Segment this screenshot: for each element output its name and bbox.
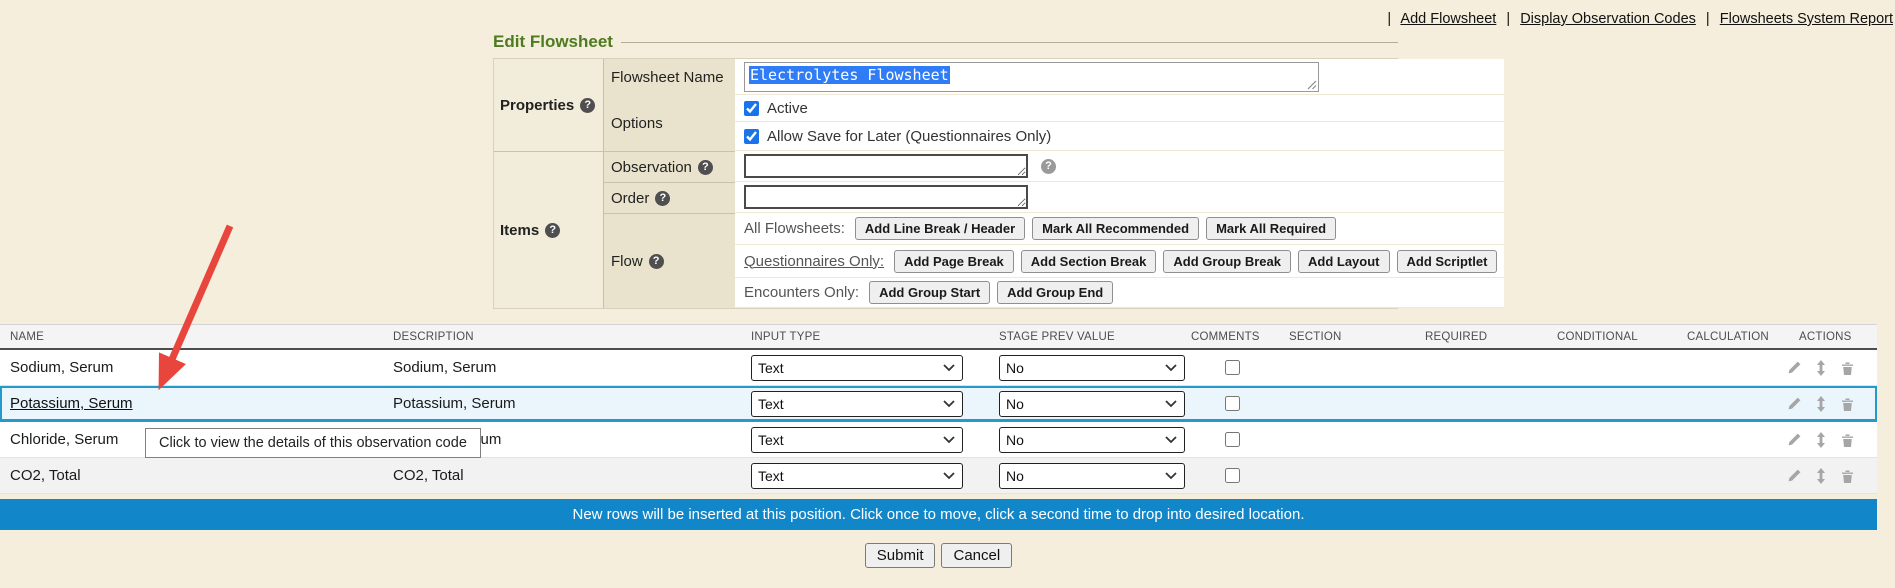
properties-section-label: Properties ? [494,59,604,151]
insert-position-bar[interactable]: New rows will be inserted at this positi… [0,499,1877,530]
add-line-break-header-button[interactable]: Add Line Break / Header [855,217,1025,240]
col-header-stage-prev-value: STAGE PREV VALUE [991,331,1183,343]
questionnaires-only-label: Questionnaires Only: [744,253,884,270]
mark-all-recommended-button[interactable]: Mark All Recommended [1032,217,1199,240]
add-page-break-button[interactable]: Add Page Break [894,250,1014,273]
move-row-icon[interactable] [1815,360,1827,376]
active-checkbox-label: Active [767,100,808,117]
delete-icon[interactable] [1840,396,1855,412]
help-icon[interactable]: ? [649,254,664,269]
table-row: Sodium, Serum Sodium, Serum Text No [0,350,1877,386]
flow-label: Flow ? [604,213,735,308]
add-scriptlet-button[interactable]: Add Scriptlet [1397,250,1498,273]
comments-checkbox[interactable] [1225,432,1240,447]
input-type-select[interactable]: Text [751,391,963,417]
stage-prev-value-select[interactable]: No [999,391,1185,417]
delete-icon[interactable] [1840,432,1855,448]
add-group-break-button[interactable]: Add Group Break [1163,250,1291,273]
nav-separator: | [1706,11,1710,27]
encounters-only-label: Encounters Only: [744,284,859,301]
col-header-name: NAME [0,331,385,343]
link-flowsheets-system-report[interactable]: Flowsheets System Report [1720,11,1893,27]
col-header-section: SECTION [1281,331,1417,343]
input-type-select[interactable]: Text [751,427,963,453]
nav-separator: | [1387,11,1391,27]
link-add-flowsheet[interactable]: Add Flowsheet [1400,11,1496,27]
edit-icon[interactable] [1786,396,1802,412]
table-row-selected: Potassium, Serum Potassium, Serum Text N… [0,386,1877,422]
col-header-description: DESCRIPTION [385,331,743,343]
allow-save-checkbox[interactable] [744,129,759,144]
flowsheet-name-input[interactable]: Electrolytes Flowsheet [744,62,1319,92]
help-icon[interactable]: ? [580,98,595,113]
edit-icon[interactable] [1786,432,1802,448]
col-header-required: REQUIRED [1417,331,1549,343]
observation-label: Observation ? [604,151,735,182]
move-row-icon[interactable] [1815,432,1827,448]
stage-prev-value-select[interactable]: No [999,463,1185,489]
submit-button[interactable]: Submit [865,543,936,568]
comments-checkbox[interactable] [1225,360,1240,375]
col-header-actions: ACTIONS [1791,331,1877,343]
row-description: Potassium, Serum [393,395,516,412]
col-header-conditional: CONDITIONAL [1549,331,1679,343]
row-name: CO2, Total [10,467,81,484]
input-type-select[interactable]: Text [751,355,963,381]
row-description: CO2, Total [393,467,464,484]
nav-separator: | [1506,11,1510,27]
observation-code-tooltip: Click to view the details of this observ… [145,428,481,458]
top-nav: | Add Flowsheet | Display Observation Co… [1381,11,1893,27]
add-group-start-button[interactable]: Add Group Start [869,281,990,304]
move-row-icon[interactable] [1815,468,1827,484]
help-icon[interactable]: ? [1041,159,1056,174]
options-label: Options [604,95,735,151]
row-name-link[interactable]: Potassium, Serum [10,395,133,412]
help-icon[interactable]: ? [698,160,713,175]
table-header-row: NAME DESCRIPTION INPUT TYPE STAGE PREV V… [0,324,1877,350]
row-name: Sodium, Serum [10,359,113,376]
form-title: Edit Flowsheet [493,32,621,52]
row-description: Sodium, Serum [393,359,496,376]
help-icon[interactable]: ? [545,223,560,238]
input-type-select[interactable]: Text [751,463,963,489]
add-section-break-button[interactable]: Add Section Break [1021,250,1157,273]
edit-flowsheet-form: Edit Flowsheet Properties ? Items ? Flow… [493,30,1398,309]
delete-icon[interactable] [1840,360,1855,376]
items-section-label: Items ? [494,151,604,308]
delete-icon[interactable] [1840,468,1855,484]
observation-input[interactable] [744,154,1028,178]
help-icon[interactable]: ? [655,191,670,206]
stage-prev-value-select[interactable]: No [999,355,1185,381]
order-label: Order ? [604,182,735,213]
active-checkbox[interactable] [744,101,759,116]
comments-checkbox[interactable] [1225,468,1240,483]
legend-divider [621,42,1398,43]
edit-icon[interactable] [1786,468,1802,484]
add-group-end-button[interactable]: Add Group End [997,281,1113,304]
stage-prev-value-select[interactable]: No [999,427,1185,453]
add-layout-button[interactable]: Add Layout [1298,250,1390,273]
comments-checkbox[interactable] [1225,396,1240,411]
link-display-observation-codes[interactable]: Display Observation Codes [1520,11,1696,27]
allow-save-checkbox-label: Allow Save for Later (Questionnaires Onl… [767,128,1051,145]
resize-handle-icon[interactable] [1305,78,1317,90]
all-flowsheets-label: All Flowsheets: [744,220,845,237]
row-name: Chloride, Serum [10,431,118,448]
col-header-input-type: INPUT TYPE [743,331,991,343]
col-header-comments: COMMENTS [1183,331,1281,343]
flowsheet-name-selected-text: Electrolytes Flowsheet [749,66,950,84]
move-row-icon[interactable] [1815,396,1827,412]
cancel-button[interactable]: Cancel [941,543,1012,568]
table-row: CO2, Total CO2, Total Text No [0,458,1877,494]
order-input[interactable] [744,185,1028,209]
col-header-calculation: CALCULATION [1679,331,1791,343]
flowsheet-name-label: Flowsheet Name [604,59,735,95]
edit-icon[interactable] [1786,360,1802,376]
mark-all-required-button[interactable]: Mark All Required [1206,217,1336,240]
